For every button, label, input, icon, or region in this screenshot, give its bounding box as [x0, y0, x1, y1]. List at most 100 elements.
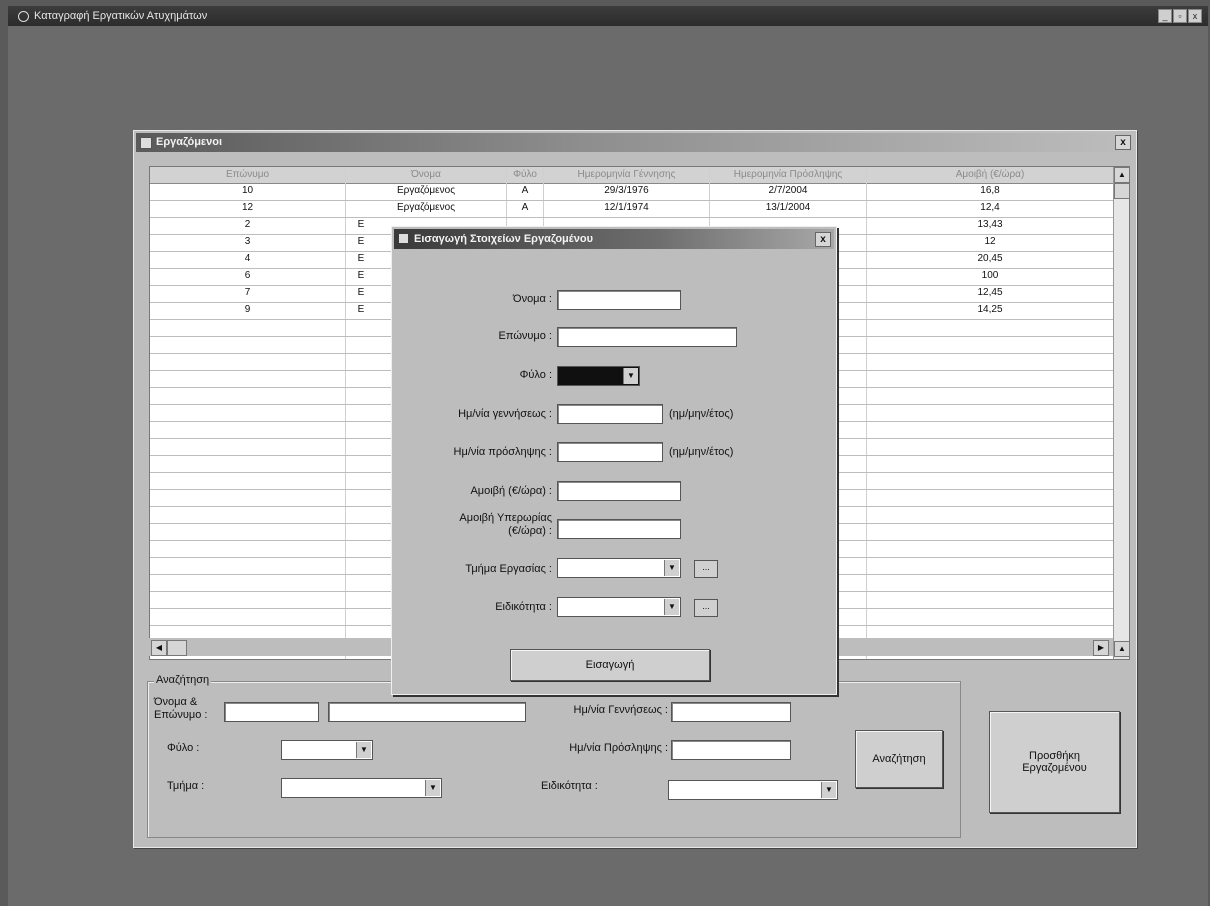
sex-label: Φύλο :	[167, 742, 200, 754]
search-birth-date-input[interactable]	[671, 702, 791, 722]
last-name-label: Επώνυμο :	[498, 330, 552, 342]
cell-surname: 9	[244, 304, 251, 315]
search-first-name-input[interactable]	[224, 702, 319, 722]
cell-pay: 12,4	[980, 202, 1000, 213]
employees-window-close-icon[interactable]: x	[1115, 135, 1131, 150]
specialty-dropdown[interactable]: ▼	[557, 597, 681, 617]
first-name-label: Όνομα :	[513, 293, 552, 305]
scroll-left-arrow-icon[interactable]: ◀	[151, 640, 167, 656]
column-header-birth-date[interactable]: Ημερομηνία Γέννησης	[544, 167, 710, 184]
search-surname-input[interactable]	[328, 702, 526, 722]
pay-input[interactable]	[557, 481, 681, 501]
last-name-input[interactable]	[557, 327, 737, 347]
cell-surname: 12	[241, 202, 254, 213]
maximize-button[interactable]: ▫	[1173, 9, 1187, 23]
cell-surname: 3	[244, 236, 251, 247]
cell-pay: 12,45	[977, 287, 1003, 298]
column-header-pay[interactable]: Αμοιβή (€/ώρα)	[867, 167, 1114, 184]
scroll-down-arrow-icon[interactable]: ▲	[1114, 641, 1129, 657]
column-header-name[interactable]: Όνομα	[346, 167, 507, 184]
employees-window: Εργαζόμενοι x Επώνυμο Όνομα Φύλο Ημερομη…	[133, 130, 1137, 848]
cell-sex: Α	[521, 202, 529, 213]
first-name-input[interactable]	[557, 290, 681, 310]
birth-date-format-hint: (ημ/μην/έτος)	[669, 408, 734, 420]
insert-employee-dialog-title: Εισαγωγή Στοιχείων Εργαζομένου	[414, 233, 593, 245]
cell-name: Ε	[357, 304, 365, 315]
cell-surname: 7	[244, 287, 251, 298]
hire-date-input[interactable]	[557, 442, 663, 462]
cell-name: Ε	[357, 253, 365, 264]
department-dropdown[interactable]: ▼	[557, 558, 681, 578]
cell-pay: 20,45	[977, 253, 1003, 264]
employees-window-title: Εργαζόμενοι	[156, 136, 223, 148]
chevron-down-icon[interactable]: ▼	[664, 599, 679, 615]
overtime-pay-input[interactable]	[557, 519, 681, 539]
search-button[interactable]: Αναζήτηση	[855, 730, 943, 788]
cell-birth-date: 12/1/1974	[604, 202, 649, 213]
cell-pay: 16,8	[980, 185, 1000, 196]
overtime-pay-label: Αμοιβή Υπερωρίας	[459, 512, 552, 524]
close-button[interactable]: x	[1188, 9, 1202, 23]
specialty-label: Ειδικότητα :	[495, 601, 552, 613]
scroll-right-arrow-icon[interactable]: ▶	[1093, 640, 1109, 656]
search-hire-date-input[interactable]	[671, 740, 791, 760]
search-group-legend: Αναζήτηση	[154, 674, 212, 686]
chevron-down-icon[interactable]: ▼	[425, 780, 440, 796]
minimize-button[interactable]: _	[1158, 9, 1172, 23]
hire-date-format-hint: (ημ/μην/έτος)	[669, 446, 734, 458]
cell-name: Εργαζόμενος	[396, 202, 456, 213]
birth-date-input[interactable]	[557, 404, 663, 424]
sex-dropdown[interactable]: ▼	[557, 366, 640, 386]
column-header-hire-date[interactable]: Ημερομηνία Πρόσληψης	[710, 167, 867, 184]
horizontal-scroll-thumb[interactable]	[167, 640, 187, 656]
dialog-hire-date-label: Ημ/νία πρόσληψης :	[453, 446, 552, 458]
pay-label: Αμοιβή (€/ώρα) :	[470, 485, 552, 497]
hire-date-label: Ημ/νία Πρόσληψης :	[569, 742, 668, 754]
column-header-surname[interactable]: Επώνυμο	[150, 167, 346, 184]
grid-vertical-scrollbar[interactable]: ▲ ▲	[1113, 167, 1129, 659]
department-browse-button[interactable]: ...	[694, 560, 718, 578]
chevron-down-icon[interactable]: ▼	[664, 560, 679, 576]
cell-name: Ε	[357, 270, 365, 281]
insert-button[interactable]: Εισαγωγή	[510, 649, 710, 681]
insert-employee-dialog-title-bar[interactable]: Εισαγωγή Στοιχείων Εργαζομένου x	[394, 229, 834, 249]
search-department-dropdown[interactable]: ▼	[281, 778, 442, 798]
chevron-down-icon[interactable]: ▼	[623, 368, 638, 384]
cell-hire-date: 2/7/2004	[768, 185, 808, 196]
birth-date-label: Ημ/νία Γεννήσεως :	[573, 704, 668, 716]
chevron-down-icon[interactable]: ▼	[356, 742, 371, 758]
cell-name: Ε	[357, 236, 365, 247]
cell-surname: 2	[244, 219, 251, 230]
scroll-up-arrow-icon[interactable]: ▲	[1114, 167, 1129, 183]
insert-employee-dialog: Εισαγωγή Στοιχείων Εργαζομένου x Όνομα :…	[391, 226, 837, 695]
cell-pay: 14,25	[977, 304, 1003, 315]
cell-name: Ε	[357, 287, 365, 298]
dialog-sex-label: Φύλο :	[519, 369, 552, 381]
add-employee-button[interactable]: Προσθήκη Εργαζομένου	[989, 711, 1120, 813]
scroll-thumb[interactable]	[1114, 183, 1129, 199]
cell-birth-date: 29/3/1976	[604, 185, 649, 196]
search-specialty-dropdown[interactable]: ▼	[668, 780, 838, 800]
cell-name: Εργαζόμενος	[396, 185, 456, 196]
cell-name: Ε	[357, 219, 365, 230]
window-icon	[140, 137, 152, 149]
chevron-down-icon[interactable]: ▼	[821, 782, 836, 798]
employees-window-title-bar[interactable]: Εργαζόμενοι x	[136, 133, 1134, 152]
window-controls: _ ▫ x	[1158, 9, 1202, 23]
dialog-icon	[399, 234, 408, 243]
department-label: Τμήμα :	[167, 780, 205, 792]
specialty-browse-button[interactable]: ...	[694, 599, 718, 617]
search-group: Αναζήτηση Όνομα & Επώνυμο : Φύλο : ▼ Τμή…	[147, 674, 961, 838]
app-title: Καταγραφή Εργατικών Ατυχημάτων	[34, 10, 208, 22]
dialog-close-icon[interactable]: x	[815, 232, 831, 247]
name-surname-label: Όνομα & Επώνυμο :	[154, 696, 208, 721]
app-icon	[18, 11, 29, 22]
overtime-pay-unit-label: (€/ώρα) :	[508, 525, 552, 537]
cell-pay: 13,43	[977, 219, 1003, 230]
dialog-birth-date-label: Ημ/νία γεννήσεως :	[458, 408, 552, 420]
search-sex-dropdown[interactable]: ▼	[281, 740, 373, 760]
column-header-sex[interactable]: Φύλο	[507, 167, 544, 184]
cell-pay: 100	[981, 270, 999, 281]
cell-pay: 12	[984, 236, 996, 247]
specialty-label: Ειδικότητα :	[541, 780, 598, 792]
